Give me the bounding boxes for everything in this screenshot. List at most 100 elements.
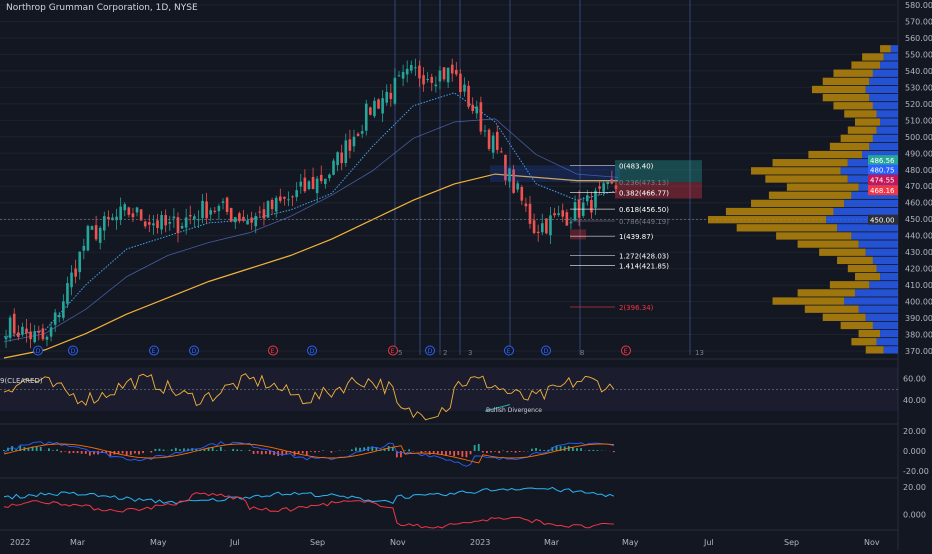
macd-histogram-bar bbox=[457, 451, 459, 455]
time-tick-label: Nov bbox=[390, 538, 406, 547]
volume-profile-bar bbox=[812, 86, 866, 93]
volume-profile-bar bbox=[876, 338, 898, 345]
price-tick-label: 380.00 bbox=[905, 331, 932, 340]
candle-body bbox=[58, 315, 61, 317]
candle-body bbox=[66, 283, 69, 304]
macd-histogram-bar bbox=[506, 451, 508, 452]
macd-histogram-bar bbox=[322, 450, 324, 451]
macd-histogram-bar bbox=[77, 451, 79, 453]
volume-profile-bar bbox=[851, 61, 880, 68]
volume-profile-bar bbox=[859, 330, 881, 337]
macd-histogram-bar bbox=[212, 447, 214, 451]
candle-body bbox=[193, 216, 196, 219]
macd-histogram-bar bbox=[437, 451, 439, 454]
candle-body bbox=[250, 218, 253, 223]
candle-body bbox=[21, 327, 24, 335]
candle-body bbox=[254, 216, 257, 226]
candle-body bbox=[267, 201, 270, 218]
macd-histogram-bar bbox=[302, 451, 304, 453]
candle-body bbox=[316, 179, 319, 194]
candle-body bbox=[107, 217, 110, 219]
candle-body bbox=[344, 140, 347, 163]
candle-body bbox=[369, 107, 372, 114]
macd-histogram-bar bbox=[597, 450, 599, 451]
price-tick-label: 480.00 bbox=[905, 166, 932, 175]
event-marker-label: E bbox=[391, 347, 395, 355]
candle-body bbox=[525, 204, 528, 207]
candle-body bbox=[295, 190, 298, 197]
macd-histogram-bar bbox=[486, 451, 488, 453]
volume-profile-bar bbox=[819, 249, 866, 256]
candle-body bbox=[168, 222, 171, 224]
macd-histogram-bar bbox=[159, 449, 161, 451]
candle-body bbox=[361, 131, 364, 134]
macd-histogram-bar bbox=[138, 451, 140, 454]
macd-histogram-bar bbox=[261, 451, 263, 454]
macd-histogram-bar bbox=[498, 451, 500, 453]
volume-profile-bar bbox=[869, 78, 898, 85]
volume-profile-bar bbox=[866, 86, 898, 93]
volume-profile-bar bbox=[830, 143, 869, 150]
time-tick-label: Mar bbox=[70, 538, 86, 547]
candle-body bbox=[173, 217, 176, 219]
macd-histogram-bar bbox=[441, 451, 443, 454]
volume-profile-bar bbox=[765, 175, 847, 182]
candle-body bbox=[95, 225, 98, 239]
candle-body bbox=[594, 191, 597, 208]
macd-histogram-bar bbox=[515, 451, 517, 453]
volume-profile-bar bbox=[833, 70, 872, 77]
volume-profile-bar bbox=[823, 314, 866, 321]
candle-body bbox=[201, 201, 204, 218]
candle-body bbox=[430, 77, 433, 83]
macd-histogram-bar bbox=[511, 451, 513, 452]
macd-histogram-bar bbox=[433, 451, 435, 453]
time-tick-label: Jul bbox=[229, 538, 240, 547]
macd-histogram-bar bbox=[60, 451, 62, 452]
candle-body bbox=[324, 179, 327, 184]
candle-body bbox=[185, 217, 188, 227]
price-tick-label: 500.00 bbox=[905, 133, 932, 142]
fib-zone-box bbox=[570, 229, 586, 239]
macd-tick-label: -20.00 bbox=[903, 467, 929, 476]
volume-profile-bar bbox=[855, 273, 880, 280]
price-tick-label: 540.00 bbox=[905, 67, 932, 76]
fib-zone-box bbox=[490, 165, 620, 182]
volume-profile-bar bbox=[776, 232, 851, 239]
rsi-tick-label: 40.00 bbox=[903, 396, 926, 405]
cycle-number: 8 bbox=[580, 349, 584, 357]
candle-body bbox=[214, 211, 217, 212]
price-tick-label: 550.00 bbox=[905, 50, 932, 59]
candle-body bbox=[443, 67, 446, 79]
price-badge-label: 474.55 bbox=[870, 177, 895, 185]
fib-level-label: 1(439.87) bbox=[619, 233, 654, 241]
macd-histogram-bar bbox=[592, 450, 594, 451]
time-tick-label: May bbox=[150, 538, 167, 547]
volume-profile-bar bbox=[808, 151, 862, 158]
volume-profile-bar bbox=[880, 273, 898, 280]
chart-svg[interactable]: 580.00570.00560.00550.00540.00530.00520.… bbox=[0, 0, 932, 550]
price-tick-label: 420.00 bbox=[905, 265, 932, 274]
price-badge-label: 450.00 bbox=[870, 217, 895, 225]
candle-body bbox=[349, 139, 352, 150]
ma-fast-line bbox=[4, 93, 618, 337]
candle-body bbox=[37, 331, 40, 333]
candle-body bbox=[222, 201, 225, 202]
price-badge-label: 486.56 bbox=[870, 157, 895, 165]
candle-body bbox=[574, 202, 577, 220]
macd-histogram-bar bbox=[269, 451, 271, 454]
volume-profile-bar bbox=[844, 297, 898, 304]
chart-stage[interactable]: Northrop Grumman Corporation, 1D, NYSE 5… bbox=[0, 0, 932, 550]
macd-histogram-bar bbox=[163, 450, 165, 451]
macd-histogram-bar bbox=[142, 451, 144, 453]
dmi-tick-label: 20.00 bbox=[903, 483, 926, 492]
event-marker-label: D bbox=[36, 347, 41, 355]
macd-histogram-bar bbox=[490, 451, 492, 452]
volume-profile-bar bbox=[823, 78, 870, 85]
volume-profile-bar bbox=[866, 346, 884, 353]
candle-body bbox=[132, 213, 135, 217]
volume-profile-bar bbox=[798, 289, 855, 296]
time-tick-label: 2023 bbox=[470, 538, 490, 547]
candle-body bbox=[287, 199, 290, 200]
candle-body bbox=[484, 130, 487, 131]
candle-body bbox=[414, 67, 417, 68]
